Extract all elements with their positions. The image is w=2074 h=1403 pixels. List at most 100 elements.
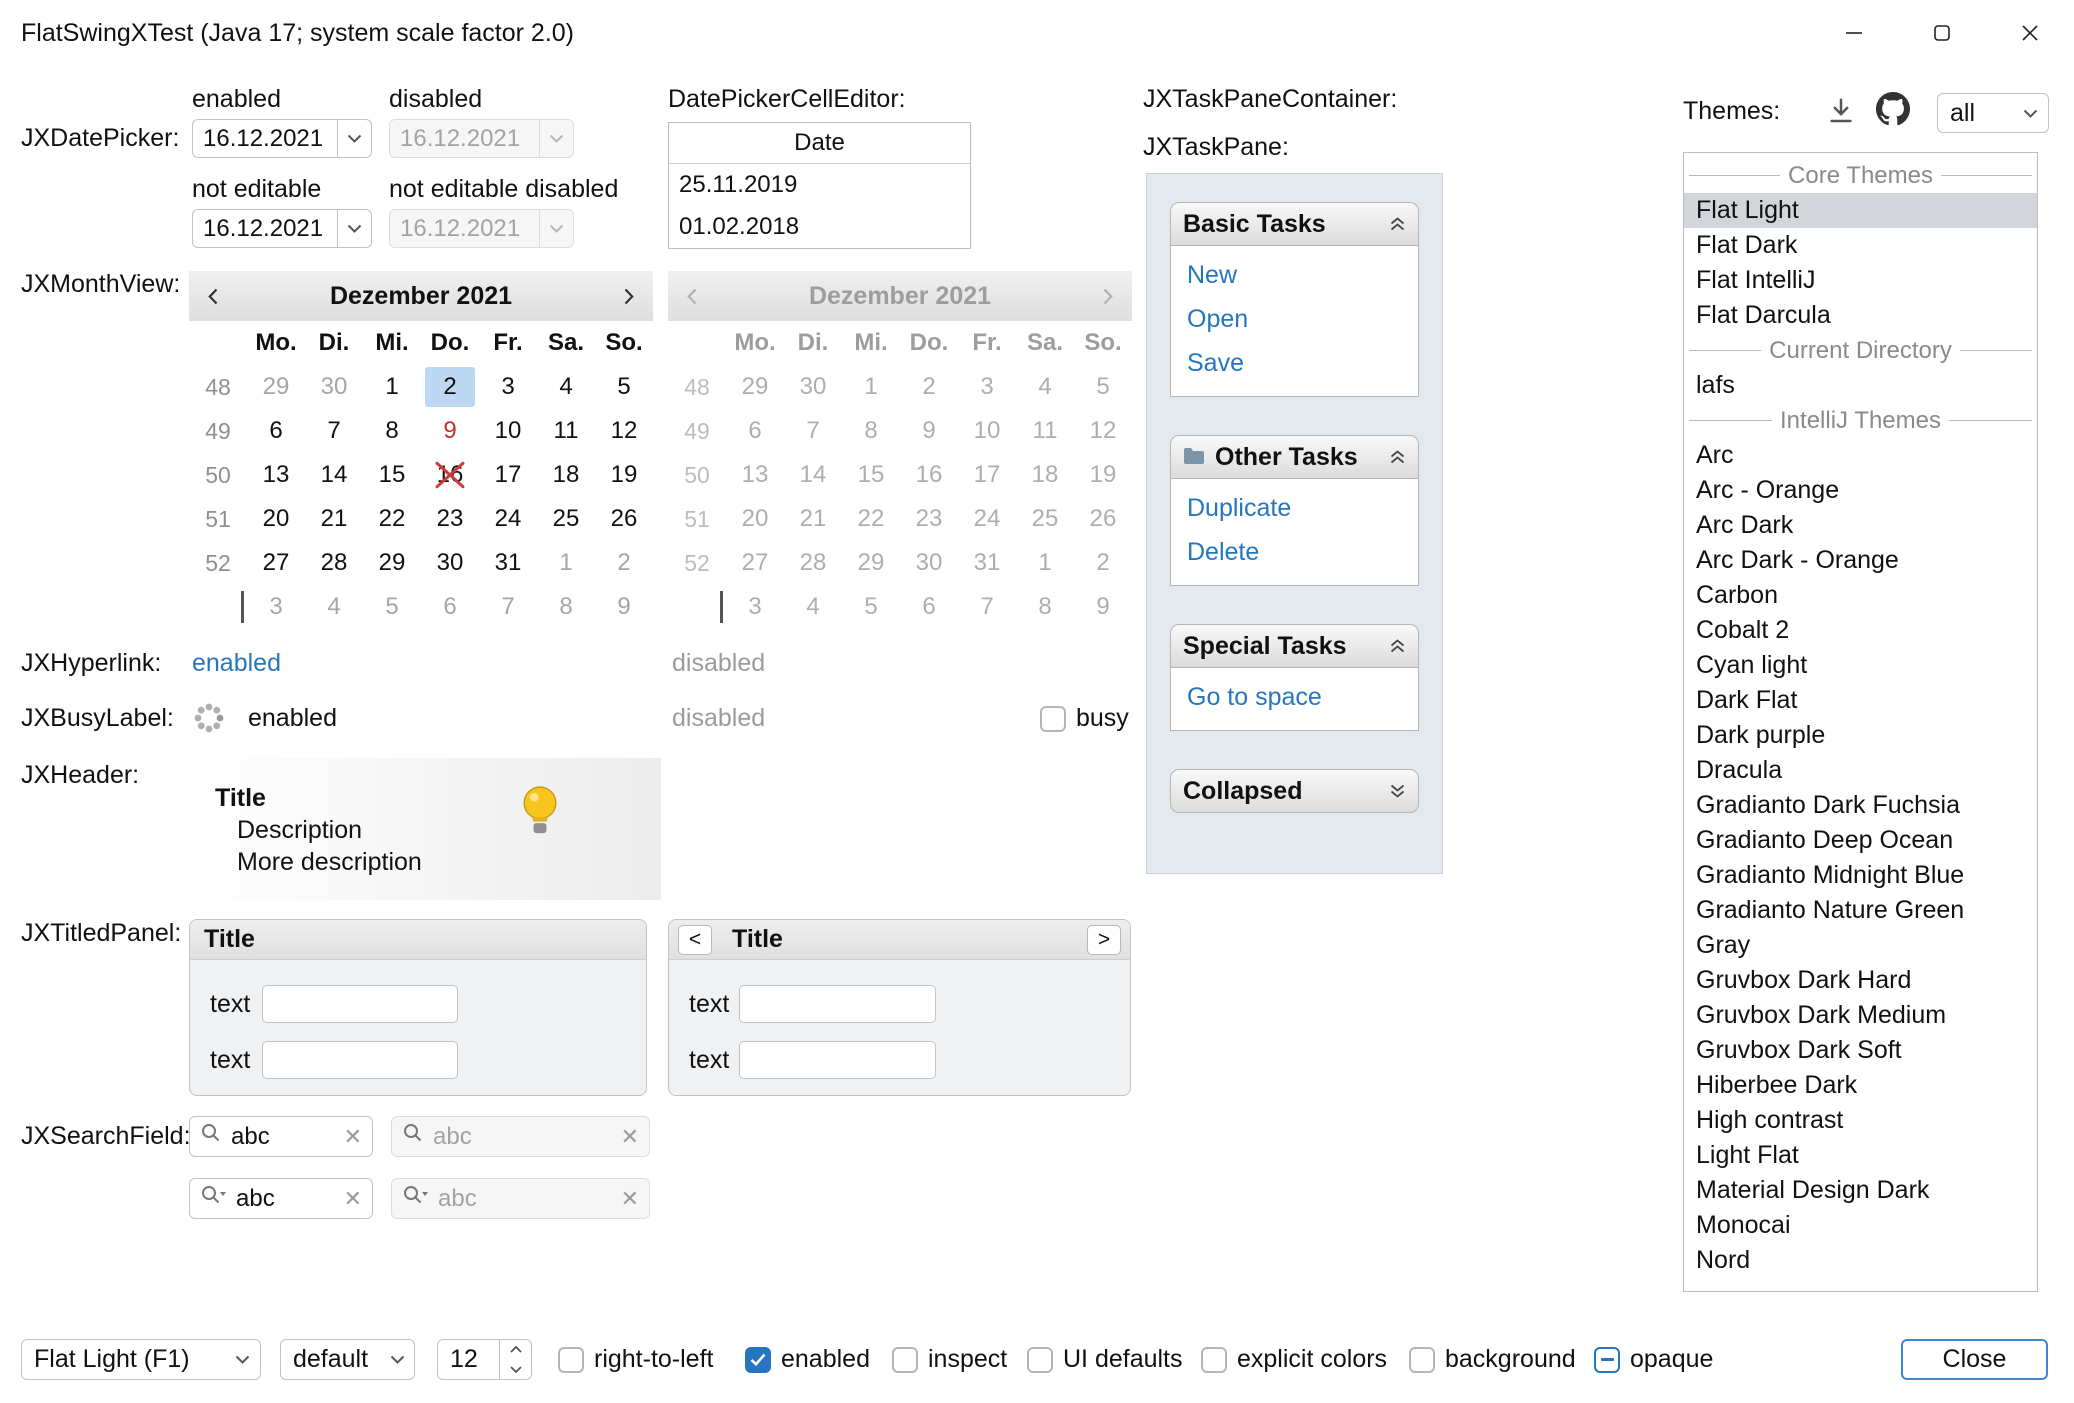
day-cell[interactable]: 8 [541, 587, 591, 627]
day-cell[interactable]: 19 [599, 455, 649, 495]
expand-icon[interactable] [1389, 777, 1406, 806]
close-button[interactable] [1986, 0, 2074, 66]
checkbox-box[interactable] [1409, 1347, 1435, 1373]
theme-item[interactable]: Arc - Orange [1684, 473, 2037, 508]
collapse-icon[interactable] [1389, 632, 1406, 661]
spinner-up-button[interactable] [500, 1340, 531, 1360]
day-cell[interactable]: 29 [367, 543, 417, 583]
datepicker-dropdown-button[interactable] [337, 210, 371, 247]
day-cell[interactable]: 12 [599, 411, 649, 451]
theme-item[interactable]: Carbon [1684, 578, 2037, 613]
search-icon[interactable] [200, 1122, 222, 1151]
datepicker-field[interactable]: 16.12.2021 [192, 209, 372, 248]
search-value[interactable]: abc [231, 1123, 335, 1151]
minimize-button[interactable] [1810, 0, 1898, 66]
text-input[interactable] [262, 1041, 458, 1079]
checkbox-box[interactable] [745, 1347, 771, 1373]
task-link[interactable]: Duplicate [1187, 493, 1402, 523]
checkbox-busy[interactable]: busy [1040, 698, 1129, 739]
day-cell[interactable]: 1 [367, 367, 417, 407]
theme-item[interactable]: Cyan light [1684, 648, 2037, 683]
font-family-combo[interactable]: default [280, 1339, 415, 1380]
task-link[interactable]: Go to space [1187, 682, 1402, 712]
day-cell[interactable]: 27 [251, 543, 301, 583]
day-cell[interactable]: 26 [599, 499, 649, 539]
theme-item[interactable]: Gruvbox Dark Medium [1684, 998, 2037, 1033]
day-cell[interactable]: 28 [309, 543, 359, 583]
day-cell[interactable]: 20 [251, 499, 301, 539]
day-cell[interactable]: 31 [483, 543, 533, 583]
clear-icon[interactable]: ✕ [344, 1124, 362, 1150]
theme-item[interactable]: Dracula [1684, 753, 2037, 788]
day-cell[interactable]: 5 [599, 367, 649, 407]
day-cell[interactable]: 7 [309, 411, 359, 451]
font-size-spinner[interactable]: 12 [437, 1339, 532, 1380]
day-cell[interactable]: 30 [309, 367, 359, 407]
day-cell[interactable]: 21 [309, 499, 359, 539]
day-cell[interactable]: 9 [425, 411, 475, 451]
task-link[interactable]: Delete [1187, 537, 1402, 567]
checkbox-inspect[interactable]: inspect [892, 1339, 1007, 1380]
task-link[interactable]: Open [1187, 304, 1402, 334]
maximize-button[interactable] [1898, 0, 1986, 66]
theme-item[interactable]: High contrast [1684, 1103, 2037, 1138]
day-cell[interactable]: 4 [309, 587, 359, 627]
theme-item[interactable]: Gray [1684, 928, 2037, 963]
search-value[interactable]: abc [236, 1185, 335, 1213]
theme-item[interactable]: Gradianto Deep Ocean [1684, 823, 2037, 858]
clear-icon[interactable]: ✕ [344, 1186, 362, 1212]
theme-item[interactable]: Material Design Dark [1684, 1173, 2037, 1208]
download-icon[interactable] [1826, 96, 1856, 133]
theme-item[interactable]: Cobalt 2 [1684, 613, 2037, 648]
day-cell[interactable]: 2 [599, 543, 649, 583]
theme-item[interactable]: Gruvbox Dark Soft [1684, 1033, 2037, 1068]
theme-item[interactable]: Gradianto Midnight Blue [1684, 858, 2037, 893]
checkbox-explicit-colors[interactable]: explicit colors [1201, 1339, 1387, 1380]
theme-item[interactable]: Dark Flat [1684, 683, 2037, 718]
day-cell[interactable]: 30 [425, 543, 475, 583]
theme-item[interactable]: Flat Light [1684, 193, 2037, 228]
day-cell[interactable]: 3 [251, 587, 301, 627]
day-cell[interactable]: 18 [541, 455, 591, 495]
titled-panel-prev-button[interactable]: < [678, 925, 712, 955]
theme-item[interactable]: Flat Dark [1684, 228, 2037, 263]
theme-item[interactable]: Gradianto Dark Fuchsia [1684, 788, 2037, 823]
theme-item[interactable]: Monocai [1684, 1208, 2037, 1243]
theme-item[interactable]: Dark purple [1684, 718, 2037, 753]
titled-panel-next-button[interactable]: > [1087, 925, 1121, 955]
day-cell[interactable]: 4 [541, 367, 591, 407]
theme-item[interactable]: Arc Dark [1684, 508, 2037, 543]
day-cell[interactable]: 9 [599, 587, 649, 627]
day-cell[interactable]: 6 [425, 587, 475, 627]
day-cell[interactable]: 5 [367, 587, 417, 627]
lookandfeel-combo[interactable]: Flat Light (F1) [21, 1339, 261, 1380]
search-field[interactable]: abc ✕ [189, 1178, 373, 1219]
day-cell[interactable]: 25 [541, 499, 591, 539]
search-field[interactable]: abc ✕ [189, 1116, 373, 1157]
day-cell[interactable]: 13 [251, 455, 301, 495]
taskpane-title[interactable]: Other Tasks [1170, 435, 1419, 479]
taskpane-title[interactable]: Collapsed [1170, 769, 1419, 813]
day-cell[interactable]: 24 [483, 499, 533, 539]
text-input[interactable] [262, 985, 458, 1023]
text-input[interactable] [739, 1041, 936, 1079]
checkbox-box[interactable] [1201, 1347, 1227, 1373]
checkbox-box[interactable] [1040, 706, 1066, 732]
prev-month-button[interactable] [189, 271, 237, 321]
taskpane-title[interactable]: Basic Tasks [1170, 202, 1419, 246]
taskpane-title[interactable]: Special Tasks [1170, 624, 1419, 668]
search-dropdown-icon[interactable] [200, 1184, 227, 1213]
day-cell[interactable]: 8 [367, 411, 417, 451]
day-cell[interactable]: 16 [425, 455, 475, 495]
day-cell[interactable]: 14 [309, 455, 359, 495]
checkbox-box[interactable] [1027, 1347, 1053, 1373]
theme-item[interactable]: Gruvbox Dark Hard [1684, 963, 2037, 998]
day-cell[interactable]: 17 [483, 455, 533, 495]
theme-item[interactable]: lafs [1684, 368, 2037, 403]
day-cell[interactable]: 29 [251, 367, 301, 407]
task-link[interactable]: Save [1187, 348, 1402, 378]
day-cell[interactable]: 3 [483, 367, 533, 407]
day-cell[interactable]: 23 [425, 499, 475, 539]
day-cell[interactable]: 2 [425, 367, 475, 407]
theme-item[interactable]: Hiberbee Dark [1684, 1068, 2037, 1103]
